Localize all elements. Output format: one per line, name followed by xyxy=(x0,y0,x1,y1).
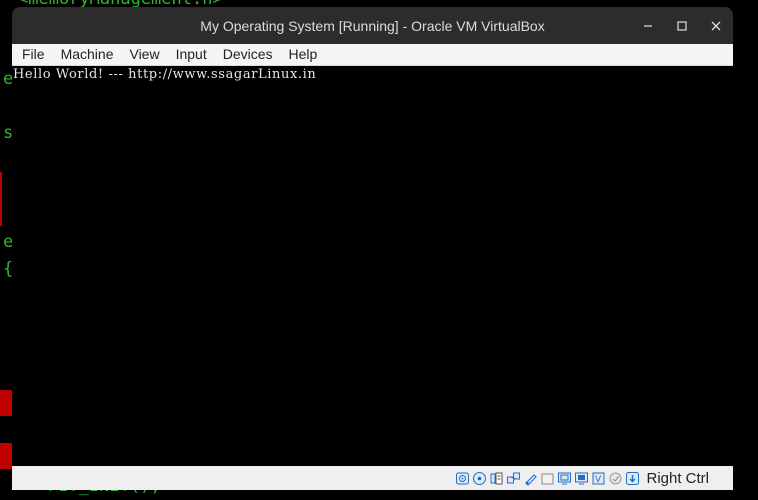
menu-input[interactable]: Input xyxy=(168,44,215,65)
keyboard-icon[interactable] xyxy=(624,470,640,486)
close-icon xyxy=(711,21,721,30)
menu-help[interactable]: Help xyxy=(281,44,326,65)
virtualbox-window: My Operating System [Running] - Oracle V… xyxy=(12,7,733,490)
maximize-button[interactable] xyxy=(665,7,699,44)
device-indicators: V xyxy=(454,470,640,486)
terminal-error-highlight xyxy=(0,443,12,469)
window-titlebar[interactable]: My Operating System [Running] - Oracle V… xyxy=(12,7,733,44)
close-button[interactable] xyxy=(699,7,733,44)
svg-text:V: V xyxy=(595,475,602,485)
menu-view[interactable]: View xyxy=(121,44,167,65)
minimize-button[interactable] xyxy=(631,7,665,44)
network-icon[interactable] xyxy=(505,470,521,486)
menu-devices[interactable]: Devices xyxy=(215,44,281,65)
video-capture-icon[interactable] xyxy=(573,470,589,486)
host-key-label: Right Ctrl xyxy=(646,469,709,487)
window-title: My Operating System [Running] - Oracle V… xyxy=(200,17,545,34)
console-output: Hello World! --- http://www.ssagarLinux.… xyxy=(13,67,317,82)
audio-icon[interactable] xyxy=(488,470,504,486)
status-bar: V Right Ctrl xyxy=(12,466,733,490)
window-controls xyxy=(631,7,733,44)
hard-disk-icon[interactable] xyxy=(454,470,470,486)
vm-display[interactable]: Hello World! --- http://www.ssagarLinux.… xyxy=(12,66,733,466)
menu-machine[interactable]: Machine xyxy=(53,44,122,65)
shared-folders-icon[interactable] xyxy=(539,470,555,486)
menu-bar: File Machine View Input Devices Help xyxy=(12,44,733,66)
menu-file[interactable]: File xyxy=(12,44,53,65)
display-icon[interactable] xyxy=(556,470,572,486)
terminal-cursor-line xyxy=(0,172,2,226)
maximize-icon xyxy=(677,20,687,31)
cpu-icon[interactable]: V xyxy=(590,470,606,486)
mouse-integration-icon[interactable] xyxy=(607,470,623,486)
minimize-icon xyxy=(644,24,652,27)
usb-icon[interactable] xyxy=(522,470,538,486)
terminal-error-highlight xyxy=(0,390,12,416)
optical-drive-icon[interactable] xyxy=(471,470,487,486)
